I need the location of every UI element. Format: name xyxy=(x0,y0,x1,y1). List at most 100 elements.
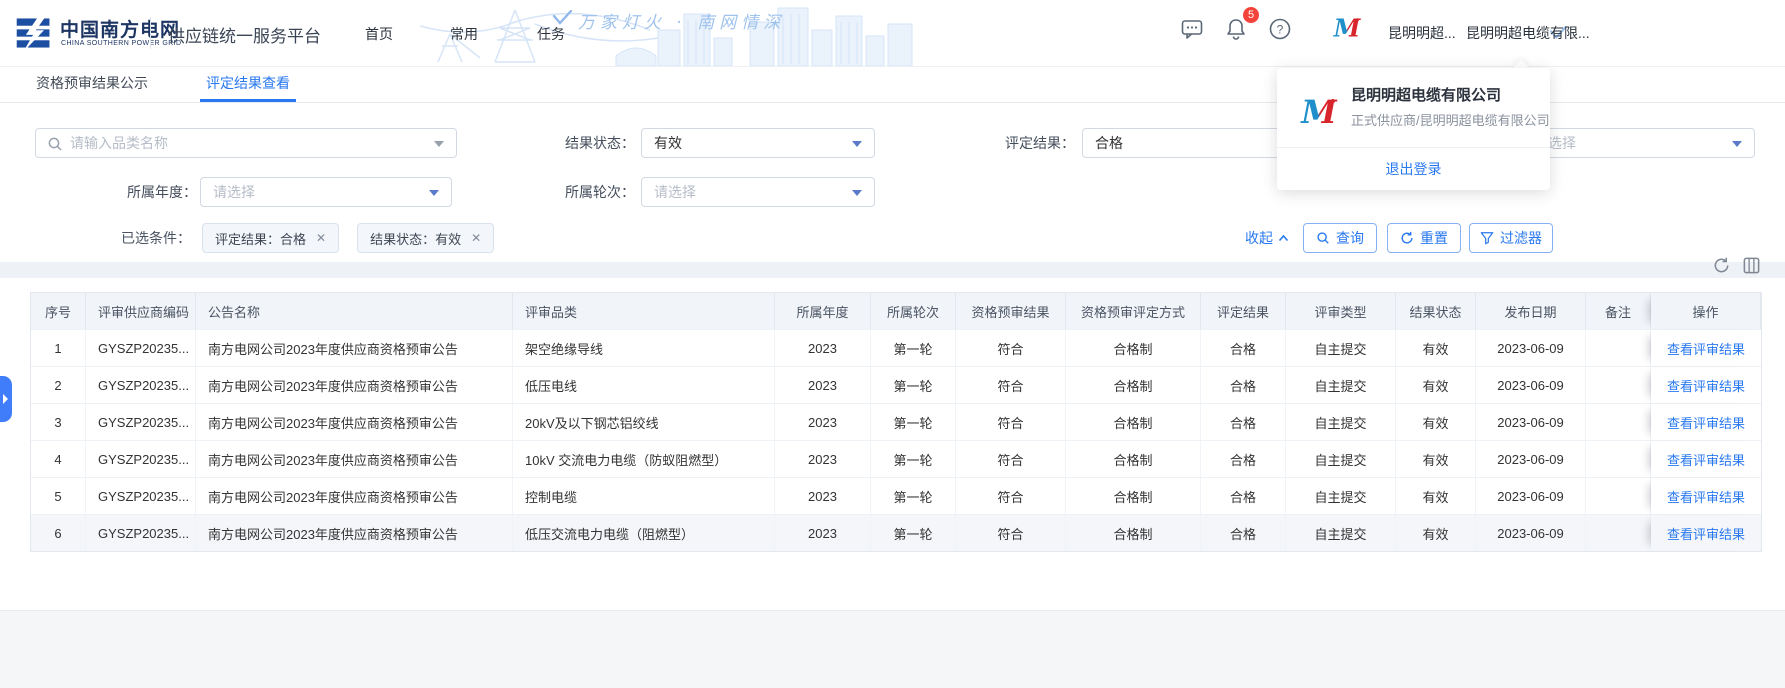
table-row: 5GYSZP20235...南方电网公司2023年度供应商资格预审公告控制电缆2… xyxy=(31,477,1761,514)
cell-result: 合格 xyxy=(1201,367,1286,403)
cell-year: 2023 xyxy=(775,404,871,440)
company-full-name: 昆明明超电缆有限公司 xyxy=(1351,84,1501,105)
col-result: 评定结果 xyxy=(1201,293,1286,329)
chevron-down-icon xyxy=(852,141,862,147)
cell-status: 有效 xyxy=(1396,515,1476,551)
cell-method: 合格制 xyxy=(1066,367,1201,403)
tab-prequalification-results[interactable]: 资格预审结果公示 xyxy=(30,66,154,102)
cell-code: GYSZP20235... xyxy=(86,404,196,440)
cell-remark xyxy=(1586,367,1651,403)
selected-conditions-label: 已选条件： xyxy=(85,223,191,253)
cell-remark xyxy=(1586,515,1651,551)
logo-title-en: CHINA SOUTHERN POWER GRID xyxy=(61,40,181,47)
message-icon[interactable] xyxy=(1180,17,1204,41)
result-status-label: 结果状态： xyxy=(520,128,635,158)
company-avatar[interactable]: M xyxy=(1332,13,1362,43)
cell-prequal: 符合 xyxy=(956,441,1066,477)
chip-evaluation-result: 评定结果：合格 ✕ xyxy=(202,223,339,253)
cell-method: 合格制 xyxy=(1066,478,1201,514)
cell-prequal: 符合 xyxy=(956,367,1066,403)
results-section: 序号评审供应商编码公告名称评审品类所属年度所属轮次资格预审结果资格预审评定方式评… xyxy=(0,278,1785,610)
cell-code: GYSZP20235... xyxy=(86,441,196,477)
cell-category: 低压电线 xyxy=(513,367,775,403)
cell-year: 2023 xyxy=(775,515,871,551)
cell-category: 控制电缆 xyxy=(513,478,775,514)
platform-title: 供应链统一服务平台 xyxy=(168,22,321,47)
view-result-link[interactable]: 查看评审结果 xyxy=(1667,450,1745,469)
extra-filter-select[interactable]: 请选择 xyxy=(1521,128,1755,158)
category-search-placeholder: 请输入品类名称 xyxy=(70,135,168,151)
cell-year: 2023 xyxy=(775,441,871,477)
company-name-short[interactable]: 昆明明超电缆有限... xyxy=(1466,23,1590,43)
cell-date: 2023-06-09 xyxy=(1476,404,1586,440)
help-icon[interactable]: ? xyxy=(1268,17,1292,41)
col-prequal: 资格预审结果 xyxy=(956,293,1066,329)
cell-prequal: 符合 xyxy=(956,330,1066,366)
col-year: 所属年度 xyxy=(775,293,871,329)
nav-item-home[interactable]: 首页 xyxy=(365,24,393,44)
col-seq: 序号 xyxy=(31,293,86,329)
csg-logo-icon xyxy=(14,13,54,53)
col-code: 评审供应商编码 xyxy=(86,293,196,329)
filter-button[interactable]: 过滤器 xyxy=(1469,223,1553,253)
year-select[interactable]: 请选择 xyxy=(200,177,452,207)
cell-result: 合格 xyxy=(1201,330,1286,366)
cell-round: 第一轮 xyxy=(871,478,956,514)
user-name-short[interactable]: 昆明明超... xyxy=(1388,23,1456,43)
cell-round: 第一轮 xyxy=(871,330,956,366)
chip-result-status: 结果状态：有效 ✕ xyxy=(357,223,494,253)
side-drawer-handle[interactable] xyxy=(0,376,12,422)
refresh-table-icon[interactable] xyxy=(1712,256,1731,275)
year-placeholder: 请选择 xyxy=(213,184,255,200)
cell-prequal: 符合 xyxy=(956,478,1066,514)
header-slogan: 万家灯火 · 南网情深 xyxy=(578,8,785,33)
cell-result: 合格 xyxy=(1201,478,1286,514)
col-remark: 备注 xyxy=(1586,293,1651,329)
cell-code: GYSZP20235... xyxy=(86,515,196,551)
cell-result: 合格 xyxy=(1201,404,1286,440)
col-status: 结果状态 xyxy=(1396,293,1476,329)
logout-button[interactable]: 退出登录 xyxy=(1277,148,1550,190)
cell-remark xyxy=(1586,441,1651,477)
view-result-link[interactable]: 查看评审结果 xyxy=(1667,376,1745,395)
svg-text:?: ? xyxy=(1277,23,1284,37)
funnel-icon xyxy=(1480,231,1494,245)
col-category: 评审品类 xyxy=(513,293,775,329)
table-toolbar xyxy=(1712,256,1761,275)
cell-notice: 南方电网公司2023年度供应商资格预审公告 xyxy=(196,330,513,366)
column-settings-icon[interactable] xyxy=(1742,256,1761,275)
cell-method: 合格制 xyxy=(1066,441,1201,477)
nav-item-common[interactable]: 常用 xyxy=(450,24,478,44)
col-review_type: 评审类型 xyxy=(1286,293,1396,329)
table-row: 2GYSZP20235...南方电网公司2023年度供应商资格预审公告低压电线2… xyxy=(31,366,1761,403)
cell-method: 合格制 xyxy=(1066,330,1201,366)
evaluation-result-label: 评定结果： xyxy=(963,128,1075,158)
cell-notice: 南方电网公司2023年度供应商资格预审公告 xyxy=(196,441,513,477)
cell-prequal: 符合 xyxy=(956,404,1066,440)
remove-chip-icon[interactable]: ✕ xyxy=(316,231,326,245)
view-result-link[interactable]: 查看评审结果 xyxy=(1667,413,1745,432)
round-select[interactable]: 请选择 xyxy=(641,177,875,207)
view-result-link[interactable]: 查看评审结果 xyxy=(1667,339,1745,358)
cell-seq: 3 xyxy=(31,404,86,440)
reset-label: 重置 xyxy=(1420,228,1448,248)
tab-evaluation-results[interactable]: 评定结果查看 xyxy=(200,66,296,102)
result-status-select[interactable]: 有效 xyxy=(641,128,875,158)
cell-method: 合格制 xyxy=(1066,404,1201,440)
query-button[interactable]: 查询 xyxy=(1303,223,1377,253)
cell-date: 2023-06-09 xyxy=(1476,330,1586,366)
view-result-link[interactable]: 查看评审结果 xyxy=(1667,487,1745,506)
collapse-filters-button[interactable]: 收起 xyxy=(1245,228,1289,248)
nav-item-tasks[interactable]: 任务 xyxy=(537,24,565,44)
remove-chip-icon[interactable]: ✕ xyxy=(471,231,481,245)
cell-seq: 6 xyxy=(31,515,86,551)
view-result-link[interactable]: 查看评审结果 xyxy=(1667,524,1745,543)
cell-action: 查看评审结果 xyxy=(1651,404,1761,440)
category-search-select[interactable]: 请输入品类名称 xyxy=(35,128,457,158)
cell-action: 查看评审结果 xyxy=(1651,441,1761,477)
col-method: 资格预审评定方式 xyxy=(1066,293,1201,329)
col-notice: 公告名称 xyxy=(196,293,513,329)
cell-seq: 1 xyxy=(31,330,86,366)
reset-button[interactable]: 重置 xyxy=(1387,223,1461,253)
cell-year: 2023 xyxy=(775,330,871,366)
